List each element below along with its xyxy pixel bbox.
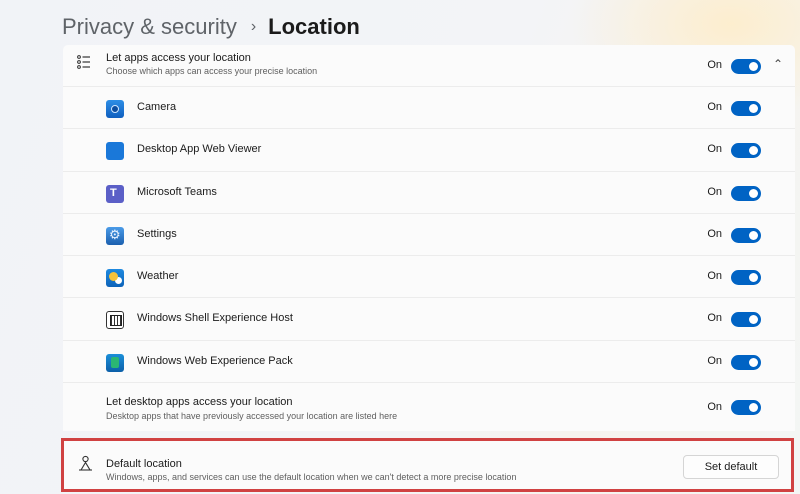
row-title: Let apps access your location	[106, 52, 251, 64]
desktop-app-web-viewer-icon	[106, 142, 124, 161]
breadcrumb-parent-link[interactable]: Privacy & security	[62, 14, 237, 40]
set-default-button[interactable]: Set default	[683, 455, 779, 479]
app-row-desktop-app-web-viewer: Desktop App Web Viewer On	[63, 129, 795, 172]
toggle-knob	[749, 104, 758, 113]
toggle-knob	[749, 315, 758, 325]
app-row-weather: Weather On	[63, 256, 795, 299]
breadcrumb: Privacy & security › Location	[62, 10, 360, 44]
app-name: Windows Shell Experience Host	[137, 312, 293, 325]
chevron-up-icon[interactable]: ⌃	[773, 57, 783, 71]
weather-icon	[106, 269, 124, 288]
shell-host-icon	[106, 311, 124, 330]
camera-location-toggle[interactable]	[731, 101, 761, 116]
toggle-state-label: On	[707, 354, 722, 367]
web-experience-icon	[106, 353, 124, 372]
windows-web-experience-pack-location-toggle[interactable]	[731, 354, 761, 370]
toggle-knob	[749, 146, 758, 156]
teams-icon	[106, 184, 124, 203]
person-pin-icon	[79, 455, 92, 471]
toggle-knob	[749, 188, 758, 198]
chevron-right-icon: ›	[250, 18, 257, 35]
toggle-state-label: On	[707, 312, 722, 325]
location-settings-panel: Let apps access your location Choose whi…	[63, 45, 795, 432]
toggle-state-label: On	[707, 227, 722, 240]
list-icon	[77, 55, 90, 69]
app-name: Settings	[137, 227, 177, 240]
app-name: Camera	[137, 101, 177, 113]
toggle-state-label: On	[707, 59, 722, 71]
toggle-state-label: On	[707, 401, 722, 414]
app-row-settings: Settings On	[63, 213, 795, 257]
app-name: Microsoft Teams	[137, 185, 217, 198]
row-description: Windows, apps, and services can use the …	[106, 472, 517, 482]
app-name: Weather	[137, 270, 179, 283]
toggle-knob	[749, 273, 758, 283]
settings-location-toggle[interactable]	[731, 227, 761, 243]
row-description: Desktop apps that have previously access…	[106, 411, 398, 422]
windows-shell-experience-host-location-toggle[interactable]	[731, 312, 761, 328]
toggle-state-label: On	[707, 185, 722, 198]
toggle-knob	[749, 403, 758, 413]
desktop-app-web-viewer-location-toggle[interactable]	[731, 143, 761, 159]
row-title: Default location	[106, 458, 182, 470]
microsoft-teams-location-toggle[interactable]	[731, 185, 761, 201]
toggle-knob	[749, 230, 758, 240]
desktop-apps-location-toggle[interactable]	[731, 400, 761, 416]
app-name: Desktop App Web Viewer	[137, 143, 262, 156]
camera-icon	[106, 100, 124, 118]
app-row-windows-web-experience-pack: Windows Web Experience Pack On	[63, 340, 795, 384]
app-row-windows-shell-experience-host: Windows Shell Experience Host On	[63, 298, 795, 341]
row-title: Let desktop apps access your location	[106, 396, 293, 409]
weather-location-toggle[interactable]	[731, 270, 761, 286]
default-location-row: Default location Windows, apps, and serv…	[61, 438, 794, 492]
app-row-microsoft-teams: Microsoft Teams On	[63, 171, 795, 214]
desktop-apps-access-row: Let desktop apps access your location De…	[63, 383, 795, 432]
app-row-camera: Camera On	[63, 87, 795, 130]
row-description: Choose which apps can access your precis…	[106, 66, 318, 76]
toggle-state-label: On	[707, 101, 722, 113]
app-name: Windows Web Experience Pack	[137, 354, 293, 367]
toggle-knob	[749, 62, 758, 71]
toggle-knob	[749, 357, 758, 367]
let-apps-access-location-toggle[interactable]	[731, 59, 761, 74]
toggle-state-label: On	[707, 270, 722, 283]
settings-gear-icon	[106, 226, 124, 245]
let-apps-access-location-row[interactable]: Let apps access your location Choose whi…	[63, 45, 795, 87]
toggle-state-label: On	[707, 143, 722, 156]
page-title: Location	[268, 14, 360, 39]
